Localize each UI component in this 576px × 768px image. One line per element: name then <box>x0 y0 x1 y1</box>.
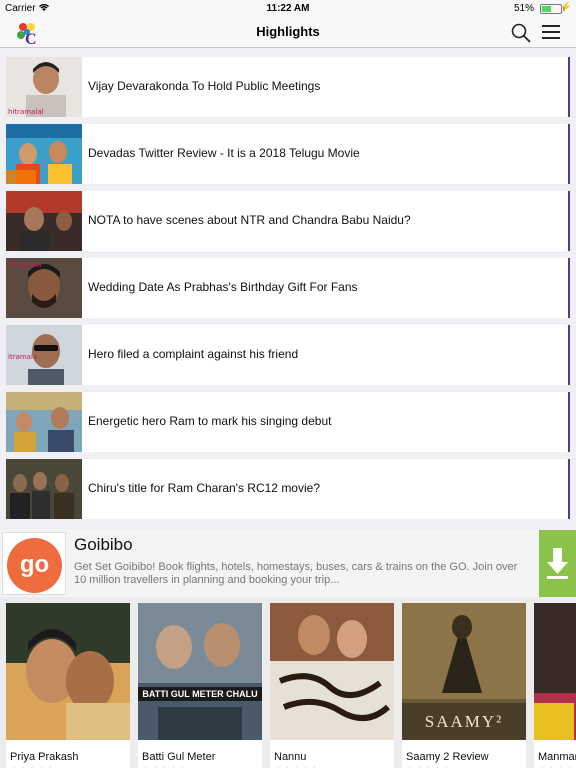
article-thumbnail: itramala <box>6 325 82 385</box>
list-item[interactable]: hitramalal Vijay Devarakonda To Hold Pub… <box>6 57 570 117</box>
movie-card[interactable]: BATTI GUL METER CHALU Batti Gul Meter ★★… <box>138 603 262 768</box>
movie-title: Manmar <box>538 751 576 763</box>
list-item[interactable]: Devadas Twitter Review - It is a 2018 Te… <box>6 124 570 184</box>
goibibo-logo-icon: go <box>7 538 62 593</box>
movie-carousel: Priya Prakash ★★★★★ BATTI GUL METER CHAL… <box>0 597 576 768</box>
movie-title: Nannu <box>274 751 307 763</box>
poster-text: BATTI GUL METER CHALU <box>142 689 257 699</box>
battery-percent: 51% <box>513 3 534 14</box>
article-thumbnail <box>6 191 82 251</box>
article-title: Energetic hero Ram to mark his singing d… <box>88 414 332 428</box>
nav-bar: C Highlights <box>0 18 576 48</box>
ad-description: Get Set Goibibo! Book flights, hotels, h… <box>74 561 518 586</box>
movie-poster <box>6 603 130 740</box>
status-bar: Carrier 11:22 AM 51% ⚡ <box>0 0 576 18</box>
movie-title: Priya Prakash <box>10 751 79 763</box>
ad-banner[interactable]: go Goibibo Get Set Goibibo! Book flights… <box>0 530 576 597</box>
search-icon[interactable] <box>510 22 532 44</box>
article-thumbnail <box>6 124 82 184</box>
list-item[interactable]: Chiru's title for Ram Charan's RC12 movi… <box>6 459 570 519</box>
movie-poster <box>270 603 394 740</box>
movie-card[interactable]: Manmar ★★★★★ <box>534 603 576 768</box>
movie-poster: BATTI GUL METER CHALU <box>138 603 262 740</box>
status-time: 11:22 AM <box>266 3 310 14</box>
article-thumbnail: hitramalal <box>6 57 82 117</box>
thumb-watermark: hitramalal <box>8 108 44 116</box>
list-item[interactable]: hitramala Wedding Date As Prabhas's Birt… <box>6 258 570 318</box>
ad-title: Goibibo <box>74 535 133 554</box>
download-icon[interactable] <box>539 530 576 597</box>
page-title: Highlights <box>256 24 320 39</box>
list-item[interactable]: itramala Hero filed a complaint against … <box>6 325 570 385</box>
thumb-watermark: itramala <box>8 353 37 361</box>
movie-poster <box>534 603 576 740</box>
movie-title: Saamy 2 Review <box>406 751 489 763</box>
article-title: Chiru's title for Ram Charan's RC12 movi… <box>88 481 320 495</box>
ad-logo: go <box>2 532 66 595</box>
movie-card[interactable]: Priya Prakash ★★★★★ <box>6 603 130 768</box>
thumb-watermark: hitramala <box>8 261 42 269</box>
article-thumbnail <box>6 392 82 452</box>
list-item[interactable]: Energetic hero Ram to mark his singing d… <box>6 392 570 452</box>
list-item[interactable]: NOTA to have scenes about NTR and Chandr… <box>6 191 570 251</box>
movie-card[interactable]: SAAMY² Saamy 2 Review ★★★★★ <box>402 603 526 768</box>
hamburger-menu-icon[interactable] <box>542 23 562 41</box>
article-title: Vijay Devarakonda To Hold Public Meeting… <box>88 79 321 93</box>
article-thumbnail <box>6 459 82 519</box>
movie-poster: SAAMY² <box>402 603 526 740</box>
article-title: Hero filed a complaint against his frien… <box>88 347 299 361</box>
article-title: Wedding Date As Prabhas's Birthday Gift … <box>88 280 358 294</box>
article-title: NOTA to have scenes about NTR and Chandr… <box>88 213 411 227</box>
article-thumbnail: hitramala <box>6 258 82 318</box>
movie-title: Batti Gul Meter <box>142 751 216 763</box>
article-title: Devadas Twitter Review - It is a 2018 Te… <box>88 146 360 160</box>
poster-text: SAAMY² <box>425 712 504 731</box>
charging-icon: ⚡ <box>559 2 572 13</box>
movie-card[interactable]: Nannu ★★★★★ <box>270 603 394 768</box>
